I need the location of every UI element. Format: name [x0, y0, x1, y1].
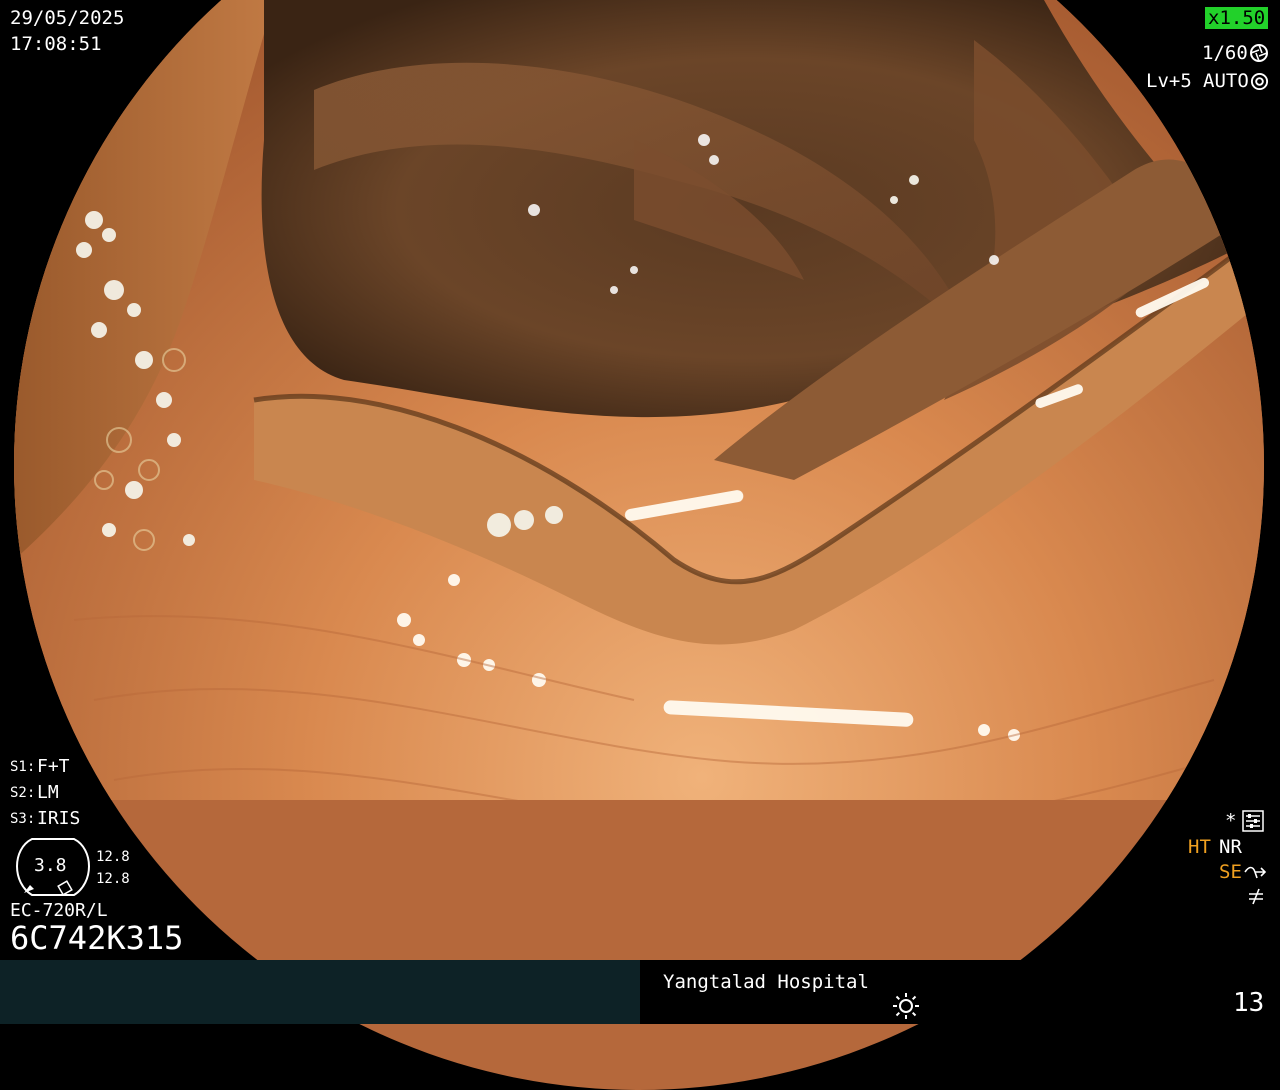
hospital-name: Yangtalad Hospital [663, 971, 869, 993]
time: 17:08:51 [10, 33, 102, 55]
zoom-badge: x1.50 [1205, 7, 1269, 29]
gauge-center-value: 3.8 [34, 855, 67, 876]
s2-value: LM [37, 782, 59, 803]
s1-value: F+T [37, 756, 70, 777]
s2-label: S2: [10, 785, 36, 801]
iris-icon [1250, 72, 1269, 91]
gauge-bottom-value: 12.8 [96, 871, 130, 887]
aperture-icon [1250, 44, 1268, 62]
frame-number: 13 [1233, 988, 1265, 1018]
sun-icon [893, 993, 919, 1019]
endoscope-view [14, 0, 1264, 1090]
iris-mode: AUTO [1203, 70, 1249, 92]
s3-value: IRIS [37, 808, 81, 829]
s3-label: S3: [10, 811, 36, 827]
se-indicator: SE [1219, 861, 1242, 883]
scope-model: EC-720R/L [10, 900, 108, 921]
brightness-level: Lv+5 [1146, 70, 1192, 92]
star-indicator: * [1225, 810, 1237, 832]
sharpness-icon [1244, 866, 1267, 879]
date: 29/05/2025 [10, 7, 125, 29]
ht-indicator: HT [1188, 836, 1211, 858]
scope-serial: 6C742K315 [10, 919, 184, 957]
s1-label: S1: [10, 759, 36, 775]
not-equal-icon [1249, 888, 1263, 905]
gauge-top-value: 12.8 [96, 849, 130, 865]
settings-sliders-icon [1242, 810, 1264, 832]
shutter-speed: 1/60 [1202, 42, 1248, 64]
status-bar-left [0, 960, 640, 1024]
mucosa-illustration [14, 0, 1264, 800]
nr-indicator: NR [1219, 836, 1242, 858]
